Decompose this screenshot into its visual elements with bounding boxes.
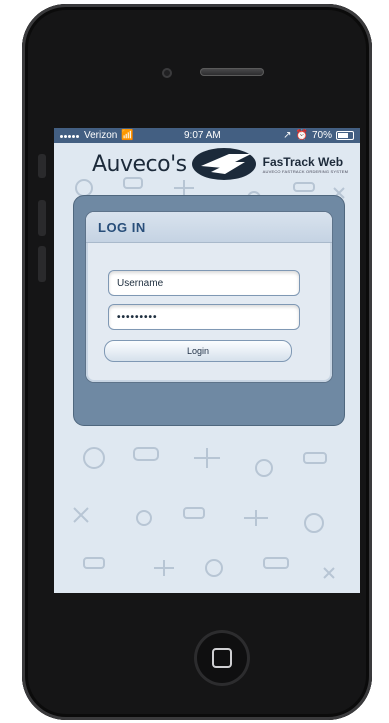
location-icon: ↗	[283, 130, 292, 141]
signal-dots-icon	[60, 130, 80, 141]
earpiece-speaker	[200, 68, 264, 76]
login-button[interactable]: Login	[104, 340, 292, 362]
fastrack-logo-icon	[191, 148, 256, 180]
home-button-icon	[212, 648, 232, 668]
login-button-label: Login	[186, 346, 210, 356]
password-value: •••••••••	[117, 311, 158, 323]
username-input[interactable]: Username	[108, 270, 300, 296]
carrier-label: Verizon	[84, 130, 118, 141]
status-bar: Verizon 📶 9:07 AM ↗ ⏰ 70%	[54, 128, 360, 143]
mute-switch	[38, 154, 46, 178]
status-time: 9:07 AM	[184, 130, 221, 141]
product-tagline: AUVECO FASTRACK ORDERING SYSTEM	[262, 168, 349, 174]
battery-icon	[336, 131, 354, 140]
alarm-icon: ⏰	[295, 130, 308, 141]
battery-percentage: 70%	[311, 130, 332, 141]
password-input[interactable]: •••••••••	[108, 304, 300, 330]
product-name: FasTrack Web	[262, 154, 344, 169]
company-name: Auveco's	[92, 151, 187, 177]
login-panel: LOG IN Username ••••••••• Login	[74, 196, 344, 425]
wifi-icon: 📶	[121, 130, 134, 141]
app-screen: Verizon 📶 9:07 AM ↗ ⏰ 70% Auveco's FasTr…	[54, 128, 360, 593]
login-title: LOG IN	[98, 219, 146, 235]
volume-down-button	[38, 246, 46, 282]
login-header: LOG IN	[86, 212, 332, 243]
username-placeholder: Username	[117, 277, 164, 289]
home-button[interactable]	[194, 630, 250, 686]
brand-header: Auveco's FasTrack Web AUVECO FASTRACK OR…	[92, 144, 352, 184]
volume-up-button	[38, 200, 46, 236]
front-camera	[162, 68, 172, 78]
login-card: LOG IN Username ••••••••• Login	[86, 212, 332, 382]
